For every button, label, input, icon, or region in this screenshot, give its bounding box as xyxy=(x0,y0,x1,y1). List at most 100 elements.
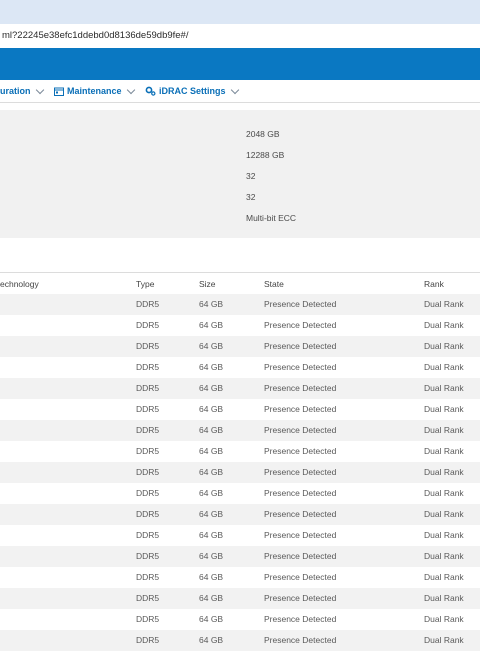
nav-item-maintenance[interactable]: Maintenance xyxy=(54,80,137,102)
row-state-cell: Presence Detected xyxy=(264,551,337,561)
row-type-cell: DDR5 xyxy=(136,299,160,309)
table-row: DDR5 64 GB Presence Detected Dual Rank xyxy=(0,525,480,546)
table-row: DDR5 64 GB Presence Detected Dual Rank xyxy=(0,315,480,336)
table-row: DDR5 64 GB Presence Detected Dual Rank xyxy=(0,357,480,378)
table-row: DDR5 64 GB Presence Detected Dual Rank xyxy=(0,630,480,651)
address-bar[interactable]: ml?22245e38efc1ddebd0d8136de59db9fe#/ xyxy=(0,24,480,49)
column-header-state[interactable]: State xyxy=(264,273,284,295)
row-type-cell: DDR5 xyxy=(136,593,160,603)
row-size-cell: 64 GB xyxy=(199,383,224,393)
row-type-cell: DDR5 xyxy=(136,341,160,351)
row-type-cell: DDR5 xyxy=(136,614,160,624)
column-header-technology[interactable]: echnology xyxy=(0,273,39,295)
row-type-cell: DDR5 xyxy=(136,635,160,645)
table-row: DDR5 64 GB Presence Detected Dual Rank xyxy=(0,399,480,420)
row-state-cell: Presence Detected xyxy=(264,509,337,519)
row-state-cell: Presence Detected xyxy=(264,467,337,477)
row-state-cell: Presence Detected xyxy=(264,530,337,540)
row-state-cell: Presence Detected xyxy=(264,404,337,414)
row-state-cell: Presence Detected xyxy=(264,635,337,645)
row-rank-cell: Dual Rank xyxy=(424,383,464,393)
nav-item-idrac-settings-label: iDRAC Settings xyxy=(159,86,226,96)
column-header-size[interactable]: Size xyxy=(199,273,216,295)
table-row: DDR5 64 GB Presence Detected Dual Rank xyxy=(0,336,480,357)
table-row: DDR5 64 GB Presence Detected Dual Rank xyxy=(0,588,480,609)
row-rank-cell: Dual Rank xyxy=(424,341,464,351)
memory-summary-panel: 2048 GB 12288 GB 32 32 Multi-bit ECC xyxy=(0,110,480,238)
row-size-cell: 64 GB xyxy=(199,530,224,540)
chevron-down-icon xyxy=(230,85,239,94)
row-state-cell: Presence Detected xyxy=(264,572,337,582)
row-rank-cell: Dual Rank xyxy=(424,425,464,435)
row-size-cell: 64 GB xyxy=(199,572,224,582)
row-rank-cell: Dual Rank xyxy=(424,446,464,456)
row-state-cell: Presence Detected xyxy=(264,446,337,456)
row-type-cell: DDR5 xyxy=(136,488,160,498)
table-row: DDR5 64 GB Presence Detected Dual Rank xyxy=(0,441,480,462)
row-rank-cell: Dual Rank xyxy=(424,635,464,645)
row-type-cell: DDR5 xyxy=(136,509,160,519)
column-header-rank[interactable]: Rank xyxy=(424,273,444,295)
row-type-cell: DDR5 xyxy=(136,551,160,561)
row-size-cell: 64 GB xyxy=(199,593,224,603)
nav-item-idrac-settings[interactable]: iDRAC Settings xyxy=(145,80,241,102)
idrac-header-banner xyxy=(0,48,480,80)
summary-value: 12288 GB xyxy=(246,150,285,160)
row-size-cell: 64 GB xyxy=(199,362,224,372)
row-rank-cell: Dual Rank xyxy=(424,572,464,582)
row-size-cell: 64 GB xyxy=(199,341,224,351)
row-size-cell: 64 GB xyxy=(199,467,224,477)
row-state-cell: Presence Detected xyxy=(264,341,337,351)
row-size-cell: 64 GB xyxy=(199,488,224,498)
table-row: DDR5 64 GB Presence Detected Dual Rank xyxy=(0,546,480,567)
dimm-table-body: DDR5 64 GB Presence Detected Dual Rank DDR5 6… xyxy=(0,294,480,651)
browser-tab-strip xyxy=(0,0,480,25)
row-type-cell: DDR5 xyxy=(136,383,160,393)
summary-value: 32 xyxy=(246,171,256,181)
row-size-cell: 64 GB xyxy=(199,425,224,435)
row-rank-cell: Dual Rank xyxy=(424,488,464,498)
row-rank-cell: Dual Rank xyxy=(424,551,464,561)
row-rank-cell: Dual Rank xyxy=(424,404,464,414)
summary-value: 2048 GB xyxy=(246,129,280,139)
summary-value: Multi-bit ECC xyxy=(246,213,297,223)
table-row: DDR5 64 GB Presence Detected Dual Rank xyxy=(0,462,480,483)
row-state-cell: Presence Detected xyxy=(264,425,337,435)
column-header-type[interactable]: Type xyxy=(136,273,154,295)
row-rank-cell: Dual Rank xyxy=(424,362,464,372)
row-type-cell: DDR5 xyxy=(136,572,160,582)
row-state-cell: Presence Detected xyxy=(264,593,337,603)
row-size-cell: 64 GB xyxy=(199,404,224,414)
row-size-cell: 64 GB xyxy=(199,299,224,309)
main-nav-bar: uration Maintenance iDRAC Settings xyxy=(0,80,480,103)
row-rank-cell: Dual Rank xyxy=(424,509,464,519)
settings-gears-icon xyxy=(145,86,156,96)
row-state-cell: Presence Detected xyxy=(264,320,337,330)
table-row: DDR5 64 GB Presence Detected Dual Rank xyxy=(0,483,480,504)
table-row: DDR5 64 GB Presence Detected Dual Rank xyxy=(0,504,480,525)
nav-item-configuration[interactable]: uration xyxy=(0,80,46,102)
row-type-cell: DDR5 xyxy=(136,362,160,372)
row-type-cell: DDR5 xyxy=(136,467,160,477)
row-size-cell: 64 GB xyxy=(199,635,224,645)
row-state-cell: Presence Detected xyxy=(264,299,337,309)
dimm-table-header: echnology Type Size State Rank xyxy=(0,272,480,296)
row-size-cell: 64 GB xyxy=(199,614,224,624)
row-type-cell: DDR5 xyxy=(136,404,160,414)
row-size-cell: 64 GB xyxy=(199,509,224,519)
row-rank-cell: Dual Rank xyxy=(424,614,464,624)
row-state-cell: Presence Detected xyxy=(264,362,337,372)
row-size-cell: 64 GB xyxy=(199,551,224,561)
row-rank-cell: Dual Rank xyxy=(424,320,464,330)
chevron-down-icon xyxy=(126,85,135,94)
nav-item-configuration-label: uration xyxy=(0,86,31,96)
row-type-cell: DDR5 xyxy=(136,530,160,540)
maintenance-calendar-icon xyxy=(54,87,64,96)
chevron-down-icon xyxy=(35,85,44,94)
address-bar-url[interactable]: ml?22245e38efc1ddebd0d8136de59db9fe#/ xyxy=(2,24,188,48)
table-row: DDR5 64 GB Presence Detected Dual Rank xyxy=(0,420,480,441)
row-rank-cell: Dual Rank xyxy=(424,530,464,540)
table-row: DDR5 64 GB Presence Detected Dual Rank xyxy=(0,567,480,588)
row-type-cell: DDR5 xyxy=(136,446,160,456)
row-size-cell: 64 GB xyxy=(199,320,224,330)
